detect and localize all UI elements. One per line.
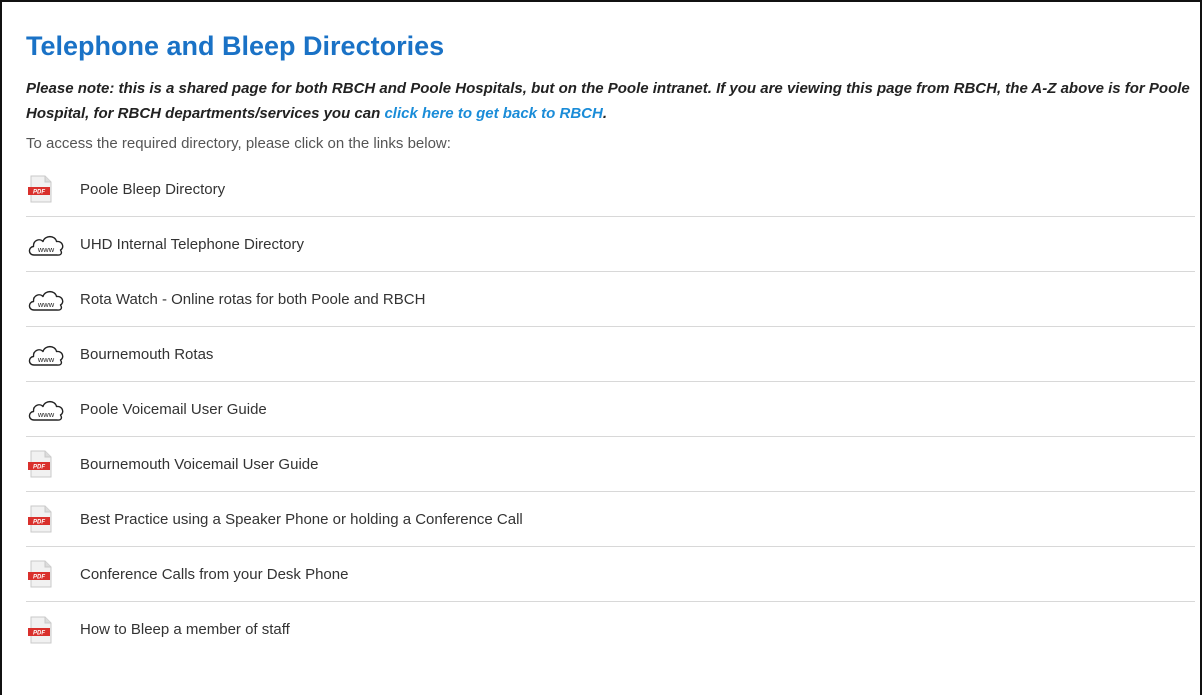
svg-text:PDF: PDF	[33, 520, 45, 526]
note-suffix: .	[602, 105, 607, 122]
intro-text: To access the required directory, please…	[26, 135, 451, 152]
link-item-bournemouth-voicemail-user-guide[interactable]: PDF Bournemouth Voicemail User Guide	[26, 437, 1195, 492]
www-cloud-icon: www	[26, 339, 70, 369]
note-text: Please note: this is a shared page for b…	[26, 80, 1190, 122]
svg-text:www: www	[37, 300, 55, 309]
directory-links-list: PDF Poole Bleep Directory www UHD Intern…	[26, 162, 1195, 657]
link-label: Poole Voicemail User Guide	[80, 400, 267, 418]
link-label: Poole Bleep Directory	[80, 180, 226, 198]
shared-page-note: Please note: this is a shared page for b…	[26, 76, 1195, 126]
link-label: Bournemouth Voicemail User Guide	[80, 455, 319, 473]
link-label: UHD Internal Telephone Directory	[80, 235, 304, 253]
link-label: Conference Calls from your Desk Phone	[80, 565, 349, 583]
svg-text:www: www	[37, 355, 55, 364]
link-label: Best Practice using a Speaker Phone or h…	[80, 510, 523, 528]
link-item-bournemouth-rotas[interactable]: www Bournemouth Rotas	[26, 327, 1195, 382]
link-item-poole-voicemail-user-guide[interactable]: www Poole Voicemail User Guide	[26, 382, 1195, 437]
back-to-rbch-link[interactable]: click here to get back to RBCH	[384, 105, 602, 122]
link-item-speaker-phone-best-practice[interactable]: PDF Best Practice using a Speaker Phone …	[26, 492, 1195, 547]
page-title: Telephone and Bleep Directories	[26, 31, 445, 61]
www-cloud-icon: www	[26, 394, 70, 424]
svg-text:PDF: PDF	[33, 465, 45, 471]
link-item-conference-calls-desk-phone[interactable]: PDF Conference Calls from your Desk Phon…	[26, 547, 1195, 602]
link-item-how-to-bleep-staff[interactable]: PDF How to Bleep a member of staff	[26, 602, 1195, 657]
pdf-icon: PDF	[26, 504, 70, 534]
svg-text:PDF: PDF	[33, 190, 45, 196]
link-item-rota-watch[interactable]: www Rota Watch - Online rotas for both P…	[26, 272, 1195, 327]
svg-text:PDF: PDF	[33, 575, 45, 581]
www-cloud-icon: www	[26, 229, 70, 259]
link-label: How to Bleep a member of staff	[80, 621, 290, 638]
link-label: Rota Watch - Online rotas for both Poole…	[80, 290, 426, 308]
link-item-poole-bleep-directory[interactable]: PDF Poole Bleep Directory	[26, 162, 1195, 217]
pdf-icon: PDF	[26, 559, 70, 589]
svg-text:PDF: PDF	[33, 630, 45, 636]
svg-text:www: www	[37, 410, 55, 419]
page-frame: Telephone and Bleep Directories Please n…	[0, 0, 1202, 695]
pdf-icon: PDF	[26, 174, 70, 204]
svg-text:www: www	[37, 245, 55, 254]
www-cloud-icon: www	[26, 284, 70, 314]
link-label: Bournemouth Rotas	[80, 345, 214, 363]
pdf-icon: PDF	[26, 449, 70, 479]
pdf-icon: PDF	[26, 615, 70, 645]
link-item-uhd-internal-telephone-directory[interactable]: www UHD Internal Telephone Directory	[26, 217, 1195, 272]
main-content: Telephone and Bleep Directories Please n…	[26, 26, 1195, 657]
